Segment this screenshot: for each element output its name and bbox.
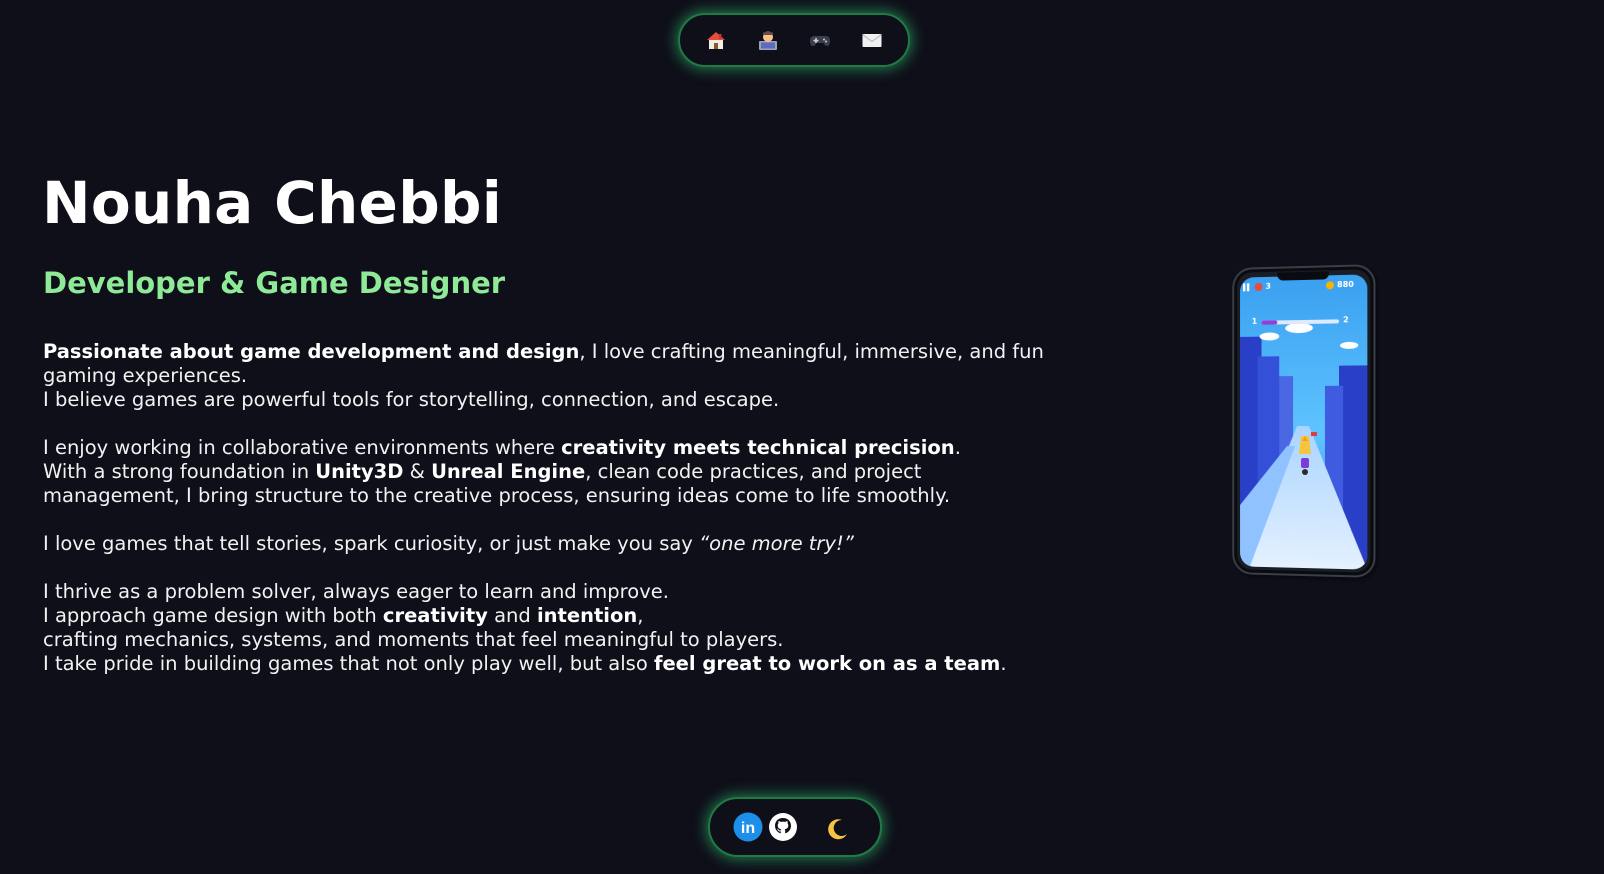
progress-start: 1 — [1251, 316, 1258, 326]
bio-paragraph-1: Passionate about game development and de… — [43, 340, 1053, 412]
bio-text: crafting mechanics, systems, and moments… — [43, 628, 784, 651]
nav-games-button[interactable] — [809, 29, 831, 51]
phone-mockup: 3 880 1 2 — [1232, 264, 1376, 578]
progress-end: 2 — [1343, 315, 1349, 325]
bio-highlight: creativity — [382, 604, 488, 627]
linkedin-icon: in — [733, 812, 763, 842]
page-title: Nouha Chebbi — [42, 169, 503, 237]
bio-text: I love games that tell stories, spark cu… — [43, 532, 700, 555]
top-nav — [678, 13, 910, 67]
gamepad-icon — [810, 36, 830, 46]
developer-icon — [759, 31, 777, 50]
github-icon — [769, 813, 797, 841]
nav-home-button[interactable] — [705, 29, 727, 51]
bio-highlight: Unreal Engine — [431, 460, 586, 483]
theme-toggle-button[interactable] — [822, 813, 854, 845]
bio-text: I thrive as a problem solver, always eag… — [43, 580, 669, 603]
bio-highlight: feel great to work on as a team — [653, 652, 1001, 675]
bio-text: I enjoy working in collaborative environ… — [43, 436, 562, 459]
linkedin-button[interactable]: in — [732, 811, 764, 843]
bio-section: Passionate about game development and de… — [43, 340, 1053, 700]
bio-highlight: Unity3D — [315, 460, 404, 483]
social-dock: in — [708, 797, 882, 857]
bio-highlight: Passionate about game development and de… — [43, 340, 580, 363]
bio-text: . — [1000, 652, 1007, 675]
bio-quote: “one more try!” — [699, 532, 854, 555]
bio-paragraph-3: I love games that tell stories, spark cu… — [43, 532, 1053, 556]
bio-text: & — [403, 460, 432, 483]
bio-paragraph-2: I enjoy working in collaborative environ… — [43, 436, 1053, 508]
bio-highlight: creativity meets technical precision — [561, 436, 955, 459]
bio-text: . — [954, 436, 961, 459]
portfolio-page: Nouha Chebbi Developer & Game Designer P… — [0, 0, 1604, 874]
github-button[interactable] — [767, 811, 799, 843]
hud-lives: 3 — [1265, 281, 1271, 291]
bio-highlight: intention — [536, 604, 638, 627]
bio-text: With a strong foundation in — [43, 460, 316, 483]
bio-text: I take pride in building games that not … — [43, 652, 654, 675]
role-subtitle: Developer & Game Designer — [43, 266, 506, 300]
bio-text: and — [487, 604, 537, 627]
phone-notch — [1277, 271, 1329, 281]
bio-text: I believe games are powerful tools for s… — [43, 388, 780, 411]
nav-contact-button[interactable] — [861, 29, 883, 51]
envelope-icon — [862, 34, 882, 47]
moon-icon — [828, 819, 847, 840]
bio-text: , — [637, 604, 644, 627]
bio-paragraph-4: I thrive as a problem solver, always eag… — [43, 580, 1053, 676]
home-icon — [707, 32, 725, 49]
hud-coins: 880 — [1337, 279, 1354, 290]
bio-text: I approach game design with both — [43, 604, 383, 627]
nav-about-button[interactable] — [757, 29, 779, 51]
game-screenshot: 3 880 1 2 — [1240, 274, 1368, 570]
linkedin-label: in — [741, 820, 755, 837]
